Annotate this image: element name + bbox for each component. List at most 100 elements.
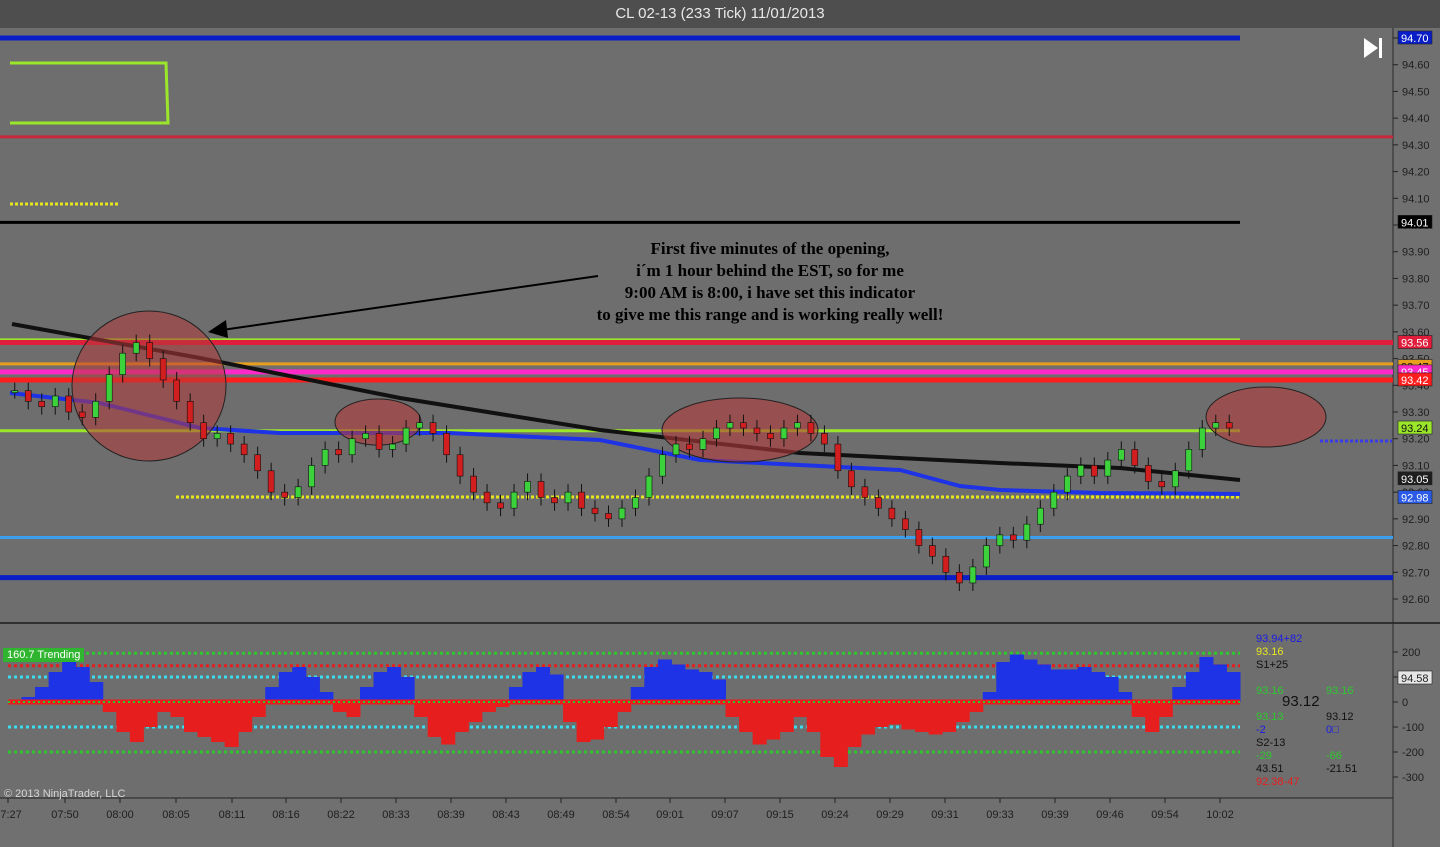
osc-bar [454,702,469,732]
osc-bar [1212,664,1227,702]
osc-legend-value: 92.38-47 [1256,776,1299,788]
candle-body [402,427,410,445]
x-tick-label: 07:50 [51,809,79,821]
highlight-circle-4 [1205,386,1327,448]
candle-body [1144,465,1152,482]
candle-body [200,422,207,440]
osc-bar [928,702,943,735]
x-tick-label: 09:15 [766,809,794,821]
candle-body [699,438,707,450]
candle-body [861,486,869,498]
chart-title: CL 02-13 (233 Tick) 11/01/2013 [0,0,1440,28]
chart-canvas[interactable]: 94.7094.6094.5094.4094.3094.2094.1094.00… [0,28,1440,847]
osc-bar [806,702,821,732]
osc-tick-label: -100 [1402,722,1424,734]
osc-bar [590,702,605,740]
candle-body [591,507,599,514]
candle-body [996,534,1004,546]
x-tick-label: 08:49 [547,809,575,821]
osc-legend-value: 0□ [1326,724,1339,736]
osc-bar [766,702,781,740]
candle-body [173,379,180,402]
x-tick-label: 08:33 [382,809,410,821]
candle-body [537,481,545,498]
osc-legend-value: S1+25 [1256,659,1288,671]
annotation-line: i´m 1 hour behind the EST, so for me [636,261,904,280]
osc-legend-value: 93.16 [1256,646,1284,658]
price-label-94.70: 94.70 [1397,30,1433,45]
osc-bar [62,662,77,702]
candle-body [443,433,450,456]
osc-bar [603,702,618,727]
price-label-text: 94.70 [1401,33,1429,45]
osc-bar [671,664,686,702]
candle-body [753,427,761,434]
osc-bar [373,672,388,702]
osc-bar [89,682,104,702]
x-tick-label: 08:22 [327,809,355,821]
candle-body [1171,470,1179,488]
osc-legend-value: -66 [1326,750,1342,762]
price-tick-label: 92.80 [1402,541,1430,553]
candle-body [510,491,518,509]
candle-body [362,433,369,440]
candle-body [470,475,477,493]
candle-body [726,422,734,429]
candle-body [1010,534,1017,541]
candle-body [1023,523,1031,541]
price-tick-label: 94.10 [1402,193,1430,205]
osc-legend-value: 93.94+82 [1256,633,1302,645]
candle-body [429,422,437,434]
x-tick-label: 09:54 [1151,809,1179,821]
candle-body [78,411,86,418]
osc-bar [657,659,672,702]
price-label-text: 93.24 [1401,423,1429,435]
osc-legend-value: 93.12 [1282,693,1320,710]
osc-bar [1023,659,1038,702]
osc-legend-value: 93.16 [1256,685,1284,697]
osc-legend-value: S2-13 [1256,737,1285,749]
candle-body [105,374,113,402]
candle-body [875,497,882,509]
x-tick-label: 09:46 [1096,809,1124,821]
osc-bar [387,667,402,702]
x-tick-label: 08:39 [437,809,465,821]
osc-legend-value: 43.51 [1256,763,1284,775]
candle-body [605,513,612,520]
candle-body [1050,491,1058,509]
candle-body [1064,475,1071,493]
osc-bar [1036,664,1051,702]
x-tick-label: 07:27 [0,809,22,821]
osc-bar [116,702,131,732]
osc-legend-value: 93.12 [1326,711,1354,723]
candle-body [821,433,828,445]
candle-body [294,486,302,498]
candle-body [713,427,720,440]
candle-body [38,401,46,407]
osc-bar [143,702,158,727]
candle-body [92,401,100,418]
osc-bar [833,702,848,767]
osc-bar [468,702,483,722]
candle-body [281,491,288,498]
osc-bar [48,672,63,702]
osc-tick-label: 200 [1402,647,1420,659]
candle-body [416,422,423,429]
osc-bar [224,702,239,747]
candle-body [902,518,909,530]
candle-body [267,470,275,493]
candle-body [632,497,639,509]
osc-bar [847,702,862,747]
x-tick-label: 09:01 [656,809,684,821]
osc-bar [563,702,578,722]
osc-bar [684,669,699,702]
candle-body [456,454,464,477]
osc-bar [712,679,727,702]
x-tick-label: 08:54 [602,809,630,821]
osc-bar [278,672,293,702]
candle-body [740,422,747,429]
price-label-text: 93.56 [1401,338,1429,350]
candle-body [645,475,653,498]
osc-bar [874,702,889,727]
annotation-line: to give me this range and is working rea… [596,305,944,324]
